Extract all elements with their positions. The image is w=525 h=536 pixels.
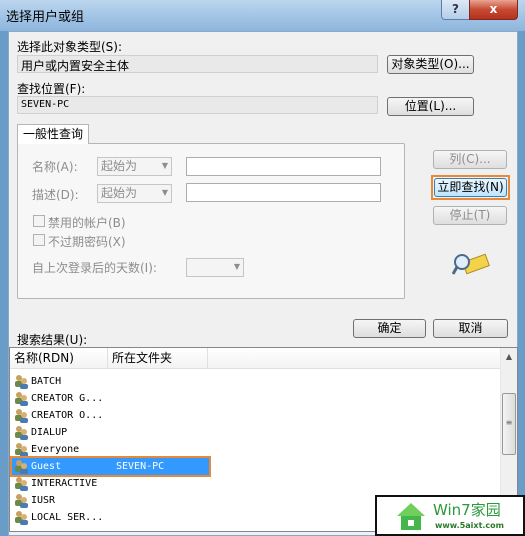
group-icon [15, 443, 28, 457]
list-item[interactable]: Guest SEVEN-PC [10, 456, 211, 477]
find-now-button[interactable]: 立即查找(N) [434, 178, 507, 197]
user-icon [15, 460, 28, 474]
list-item[interactable]: Everyone [12, 441, 209, 458]
object-type-field: 用户或内置安全主体 [17, 55, 378, 73]
list-item[interactable]: INTERACTIVE [12, 475, 209, 492]
tab-general-query[interactable]: 一般性查询 [17, 124, 89, 144]
days-since-logon-label: 自上次登录后的天数(I): [32, 261, 157, 275]
watermark-url: www.5aixt.com [435, 521, 505, 530]
name-input[interactable] [186, 157, 381, 176]
window-title: 选择用户或组 [6, 10, 85, 25]
days-since-logon-select[interactable]: ▼ [186, 258, 244, 277]
disabled-accounts-checkbox[interactable] [33, 215, 45, 227]
column-header-name[interactable]: 名称(RDN) [10, 348, 108, 369]
scroll-up-arrow-icon[interactable]: ▲ [501, 352, 517, 361]
list-item[interactable]: IUSR [12, 492, 209, 509]
description-label: 描述(D): [32, 188, 79, 202]
non-expiring-password-label: 不过期密码(X) [48, 235, 126, 249]
column-header-folder[interactable]: 所在文件夹 [108, 348, 208, 369]
object-types-button[interactable]: 对象类型(O)... [387, 55, 474, 74]
ok-button[interactable]: 确定 [353, 319, 426, 338]
search-results-label: 搜索结果(U): [17, 333, 88, 347]
cancel-button[interactable]: 取消 [433, 319, 508, 338]
item-folder: SEVEN-PC [116, 461, 165, 472]
chevron-down-icon: ▼ [233, 262, 240, 271]
disabled-accounts-label: 禁用的帐户(B) [48, 216, 126, 230]
item-name: Guest [31, 461, 62, 472]
group-icon [15, 511, 28, 525]
item-name: CREATOR G... [31, 393, 104, 404]
name-label: 名称(A): [32, 160, 78, 174]
description-mode-select[interactable]: 起始为 ▼ [97, 184, 172, 203]
chevron-down-icon: ▼ [161, 161, 168, 170]
search-magnifier-icon [452, 253, 490, 275]
list-item[interactable]: CREATOR G... [12, 390, 209, 407]
name-mode-select[interactable]: 起始为 ▼ [97, 157, 172, 176]
item-name: IUSR [31, 495, 56, 506]
item-name: BATCH [31, 376, 62, 387]
list-item[interactable]: DIALUP [12, 424, 209, 441]
group-icon [15, 375, 28, 389]
watermark-brand: Win7家园 [433, 501, 501, 519]
group-icon [15, 426, 28, 440]
location-field: SEVEN-PC [17, 96, 378, 114]
group-icon [15, 409, 28, 423]
name-mode-value: 起始为 [101, 159, 138, 173]
columns-button[interactable]: 列(C)... [433, 150, 507, 169]
location-label: 查找位置(F): [17, 82, 86, 96]
watermark: Win7家园 www.5aixt.com [375, 495, 525, 536]
list-header: 名称(RDN) 所在文件夹 [10, 348, 517, 369]
non-expiring-password-checkbox[interactable] [33, 234, 45, 246]
list-item[interactable]: CREATOR O... [12, 407, 209, 424]
description-input[interactable] [186, 183, 381, 202]
chevron-down-icon: ▼ [161, 188, 168, 197]
group-icon [15, 477, 28, 491]
stop-button[interactable]: 停止(T) [433, 206, 507, 225]
house-logo-icon [397, 503, 425, 530]
scrollbar-thumb[interactable]: ≡ [502, 393, 516, 455]
list-item[interactable]: LOCAL SER... [12, 509, 209, 526]
item-name: LOCAL SER... [31, 512, 104, 523]
group-icon [15, 392, 28, 406]
group-icon [15, 494, 28, 508]
close-button[interactable]: x [469, 0, 518, 20]
locations-button[interactable]: 位置(L)... [387, 97, 474, 116]
object-type-label: 选择此对象类型(S): [17, 40, 123, 54]
item-name: Everyone [31, 444, 80, 455]
item-name: DIALUP [31, 427, 68, 438]
list-item[interactable]: BATCH [12, 373, 209, 390]
description-mode-value: 起始为 [101, 186, 138, 200]
item-name: CREATOR O... [31, 410, 104, 421]
help-button[interactable]: ? [441, 0, 470, 20]
item-name: INTERACTIVE [31, 478, 98, 489]
